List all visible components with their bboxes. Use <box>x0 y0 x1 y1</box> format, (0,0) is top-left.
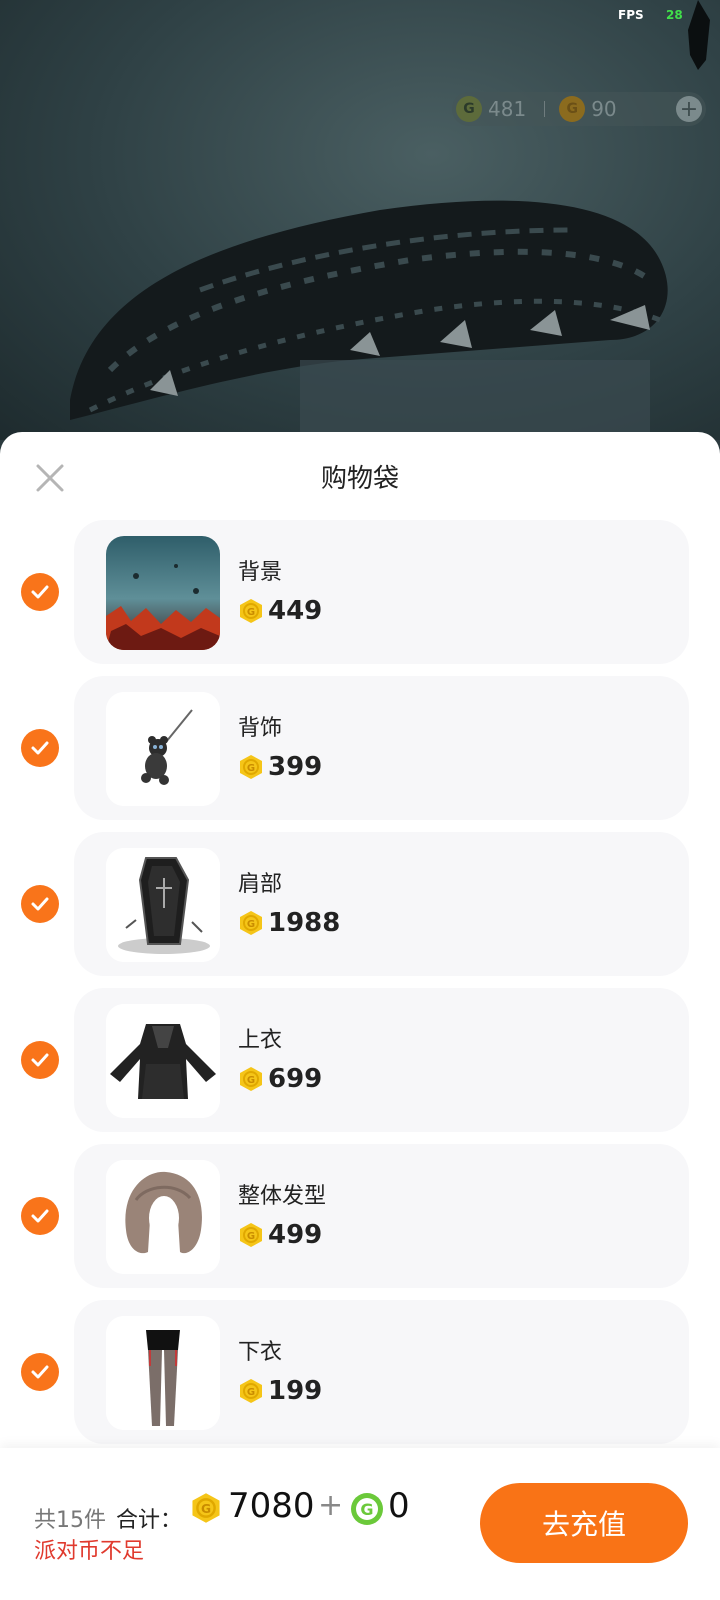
svg-text:G: G <box>360 1500 373 1519</box>
item-checkbox[interactable] <box>21 573 59 611</box>
gold-coin-icon: G <box>240 1223 262 1247</box>
green-coin-icon: G <box>351 1493 383 1525</box>
gold-coin-icon: G <box>240 755 262 779</box>
item-thumbnail <box>106 1160 220 1274</box>
item-thumbnail <box>106 1004 220 1118</box>
check-icon <box>31 585 49 599</box>
green-currency-amount: 481 <box>488 97 527 121</box>
item-thumbnail <box>106 1316 220 1430</box>
item-name: 背景 <box>238 560 283 585</box>
item-name: 下衣 <box>238 1340 283 1365</box>
item-name: 上衣 <box>238 1028 283 1053</box>
currency-bar: G 481 G 90 + <box>452 92 706 126</box>
gold-coin-icon: G <box>240 599 262 623</box>
fps-label: FPS <box>618 8 644 22</box>
svg-text:G: G <box>247 919 255 930</box>
cart-item-card[interactable]: 背景 G 449 <box>74 520 689 664</box>
check-icon <box>31 897 49 911</box>
item-checkbox[interactable] <box>21 729 59 767</box>
item-price: G 399 <box>238 752 322 782</box>
item-checkbox[interactable] <box>21 885 59 923</box>
gold-total: 7080 <box>228 1486 315 1526</box>
item-price: G 449 <box>238 596 322 626</box>
fps-value: 28 <box>666 8 683 22</box>
item-price-value: 399 <box>268 752 323 782</box>
gold-coin-icon: G <box>192 1493 220 1523</box>
recharge-button[interactable]: 去充值 <box>480 1483 688 1563</box>
gold-currency-amount: 90 <box>591 97 617 121</box>
check-icon <box>31 1365 49 1379</box>
cart-item-card[interactable]: 上衣 G 699 <box>74 988 689 1132</box>
item-price: G 199 <box>238 1376 322 1406</box>
item-thumbnail <box>106 692 220 806</box>
item-price-value: 499 <box>268 1220 323 1250</box>
gold-coin-icon: G <box>240 1379 262 1403</box>
item-count: 共15件 <box>34 1508 106 1533</box>
item-price: G 499 <box>238 1220 322 1250</box>
item-price: G 699 <box>238 1064 322 1094</box>
check-icon <box>31 1053 49 1067</box>
plus-sign: + <box>318 1488 344 1523</box>
svg-text:G: G <box>247 1075 255 1086</box>
currency-divider <box>544 101 546 117</box>
cart-item-card[interactable]: 下衣 G 199 <box>74 1300 689 1444</box>
svg-text:G: G <box>247 763 255 774</box>
item-thumbnail <box>106 536 220 650</box>
game-scene: FPS 28 G 481 G 90 + <box>0 0 720 440</box>
item-name: 肩部 <box>238 872 283 897</box>
item-checkbox[interactable] <box>21 1197 59 1235</box>
item-price-value: 699 <box>268 1064 323 1094</box>
total-label: 合计： <box>116 1508 183 1533</box>
item-price-value: 1988 <box>268 908 341 938</box>
cart-item-card[interactable]: 背饰 G 399 <box>74 676 689 820</box>
insufficient-funds-warning: 派对币不足 <box>34 1539 145 1564</box>
item-thumbnail <box>106 848 220 962</box>
check-icon <box>31 1209 49 1223</box>
cart-item-card[interactable]: 整体发型 G 499 <box>74 1144 689 1288</box>
gold-coin-icon: G <box>240 911 262 935</box>
gold-coin-icon: G <box>240 1067 262 1091</box>
sheet-title: 购物袋 <box>320 464 399 494</box>
hat-preview-image <box>70 200 668 440</box>
green-coin-icon: G <box>456 96 482 122</box>
item-name: 背饰 <box>238 716 283 741</box>
gold-coin-icon: G <box>559 96 586 122</box>
item-price: G 1988 <box>238 908 340 938</box>
cart-item-card[interactable]: 肩部 G 1988 <box>74 832 689 976</box>
item-checkbox[interactable] <box>21 1041 59 1079</box>
decoration-icon <box>688 0 710 70</box>
item-price-value: 449 <box>268 596 323 626</box>
item-name: 整体发型 <box>238 1184 327 1209</box>
svg-text:G: G <box>247 1231 255 1242</box>
svg-text:G: G <box>247 607 255 618</box>
item-checkbox[interactable] <box>21 1353 59 1391</box>
green-total: 0 <box>388 1486 410 1526</box>
svg-text:G: G <box>247 1387 255 1398</box>
item-price-value: 199 <box>268 1376 323 1406</box>
svg-text:G: G <box>201 1502 211 1516</box>
check-icon <box>31 741 49 755</box>
add-currency-button[interactable]: + <box>676 96 702 122</box>
